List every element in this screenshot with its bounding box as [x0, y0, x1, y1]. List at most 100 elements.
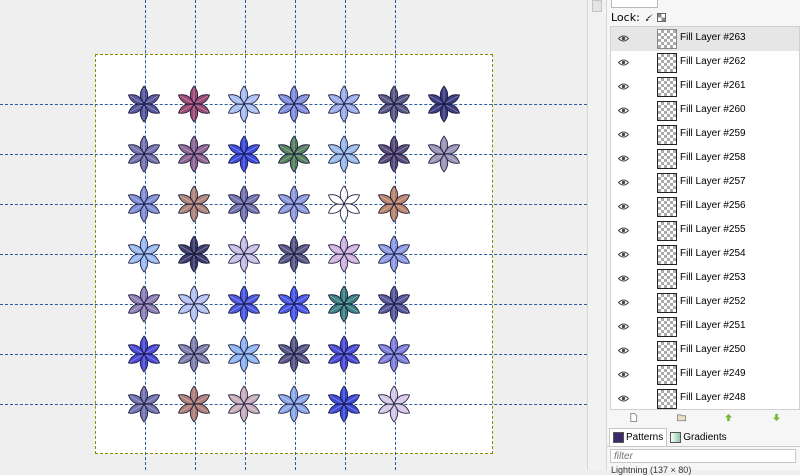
tab-patterns-label: Patterns — [626, 432, 664, 443]
raise-layer-icon[interactable] — [724, 413, 733, 422]
flower-grid — [127, 85, 461, 423]
visibility-eye-icon[interactable] — [618, 106, 629, 115]
new-layer-icon[interactable] — [629, 412, 638, 422]
layer-thumbnail — [657, 341, 677, 361]
flower-shape — [377, 385, 411, 423]
layer-row[interactable]: Fill Layer #256 — [611, 195, 799, 219]
brush-lock-icon[interactable] — [645, 13, 654, 22]
layer-row[interactable]: Fill Layer #261 — [611, 75, 799, 99]
layer-thumbnail — [657, 101, 677, 121]
layer-name: Fill Layer #254 — [680, 248, 746, 259]
layer-row[interactable]: Fill Layer #263 — [611, 27, 799, 51]
flower-shape — [277, 285, 311, 323]
layer-thumbnail — [657, 365, 677, 385]
visibility-eye-icon[interactable] — [618, 394, 629, 403]
flower-shape — [227, 135, 261, 173]
layer-row[interactable]: Fill Layer #259 — [611, 123, 799, 147]
layer-row[interactable]: Fill Layer #251 — [611, 315, 799, 339]
layer-thumbnail — [657, 77, 677, 97]
layer-mode-dropdown[interactable] — [611, 0, 658, 8]
tab-gradients[interactable]: Gradients — [667, 429, 729, 446]
visibility-eye-icon[interactable] — [618, 298, 629, 307]
flower-shape — [377, 185, 411, 223]
image-canvas[interactable] — [0, 0, 587, 470]
layer-name: Fill Layer #262 — [680, 56, 746, 67]
flower-shape — [327, 85, 361, 123]
flower-shape — [227, 385, 261, 423]
flower-shape — [277, 335, 311, 373]
layer-name: Fill Layer #256 — [680, 200, 746, 211]
flower-shape — [227, 285, 261, 323]
visibility-eye-icon[interactable] — [618, 34, 629, 43]
tab-patterns[interactable]: Patterns — [609, 428, 668, 446]
layer-name: Fill Layer #250 — [680, 344, 746, 355]
flower-shape — [427, 135, 461, 173]
visibility-eye-icon[interactable] — [618, 154, 629, 163]
visibility-eye-icon[interactable] — [618, 274, 629, 283]
layers-panel: Lock: Fill Layer #263 Fill Layer #262 Fill… — [607, 0, 800, 475]
layer-thumbnail — [657, 317, 677, 337]
visibility-eye-icon[interactable] — [618, 250, 629, 259]
flower-shape — [127, 185, 161, 223]
flower-shape — [127, 235, 161, 273]
layers-list[interactable]: Fill Layer #263 Fill Layer #262 Fill Layer… — [610, 26, 800, 410]
layer-row[interactable]: Fill Layer #253 — [611, 267, 799, 291]
flower-shape — [127, 385, 161, 423]
layer-name: Fill Layer #253 — [680, 272, 746, 283]
flower-shape — [277, 185, 311, 223]
visibility-eye-icon[interactable] — [618, 178, 629, 187]
layer-row[interactable]: Fill Layer #254 — [611, 243, 799, 267]
layer-thumbnail — [657, 221, 677, 241]
filter-input[interactable] — [610, 449, 796, 463]
layer-row[interactable]: Fill Layer #252 — [611, 291, 799, 315]
splitter-grip[interactable] — [592, 0, 602, 12]
visibility-eye-icon[interactable] — [618, 322, 629, 331]
flower-shape — [277, 135, 311, 173]
flower-shape — [377, 335, 411, 373]
flower-shape — [327, 135, 361, 173]
layer-row[interactable]: Fill Layer #260 — [611, 99, 799, 123]
flower-shape — [427, 85, 461, 123]
layer-thumbnail — [657, 53, 677, 73]
flower-shape — [177, 185, 211, 223]
flower-shape — [177, 285, 211, 323]
visibility-eye-icon[interactable] — [618, 82, 629, 91]
layer-row[interactable]: Fill Layer #258 — [611, 147, 799, 171]
layer-row[interactable]: Fill Layer #255 — [611, 219, 799, 243]
layer-thumbnail — [657, 173, 677, 193]
layer-thumbnail — [657, 149, 677, 169]
flower-shape — [377, 135, 411, 173]
status-text: Lightning (137 × 80) — [611, 465, 692, 475]
flower-shape — [127, 285, 161, 323]
flower-shape — [227, 235, 261, 273]
flower-shape — [127, 335, 161, 373]
panel-splitter[interactable] — [587, 0, 607, 470]
layer-name: Fill Layer #248 — [680, 392, 746, 403]
flower-shape — [377, 85, 411, 123]
visibility-eye-icon[interactable] — [618, 202, 629, 211]
visibility-eye-icon[interactable] — [618, 130, 629, 139]
flower-shape — [127, 85, 161, 123]
layer-name: Fill Layer #257 — [680, 176, 746, 187]
layer-row[interactable]: Fill Layer #250 — [611, 339, 799, 363]
layer-row[interactable]: Fill Layer #257 — [611, 171, 799, 195]
layer-row[interactable]: Fill Layer #262 — [611, 51, 799, 75]
visibility-eye-icon[interactable] — [618, 226, 629, 235]
flower-shape — [277, 85, 311, 123]
visibility-eye-icon[interactable] — [618, 370, 629, 379]
new-group-icon[interactable] — [676, 413, 686, 422]
layer-row[interactable]: Fill Layer #249 — [611, 363, 799, 387]
alpha-lock-icon[interactable] — [656, 12, 666, 22]
patterns-tab-icon — [613, 432, 624, 443]
gradients-tab-icon — [670, 432, 682, 443]
flower-shape — [327, 385, 361, 423]
layer-name: Fill Layer #261 — [680, 80, 746, 91]
flower-shape — [127, 135, 161, 173]
flower-shape — [327, 235, 361, 273]
layer-row[interactable]: Fill Layer #248 — [611, 387, 799, 409]
layer-thumbnail — [657, 293, 677, 313]
visibility-eye-icon[interactable] — [618, 58, 629, 67]
visibility-eye-icon[interactable] — [618, 346, 629, 355]
layer-name: Fill Layer #258 — [680, 152, 746, 163]
lower-layer-icon[interactable] — [772, 413, 781, 422]
